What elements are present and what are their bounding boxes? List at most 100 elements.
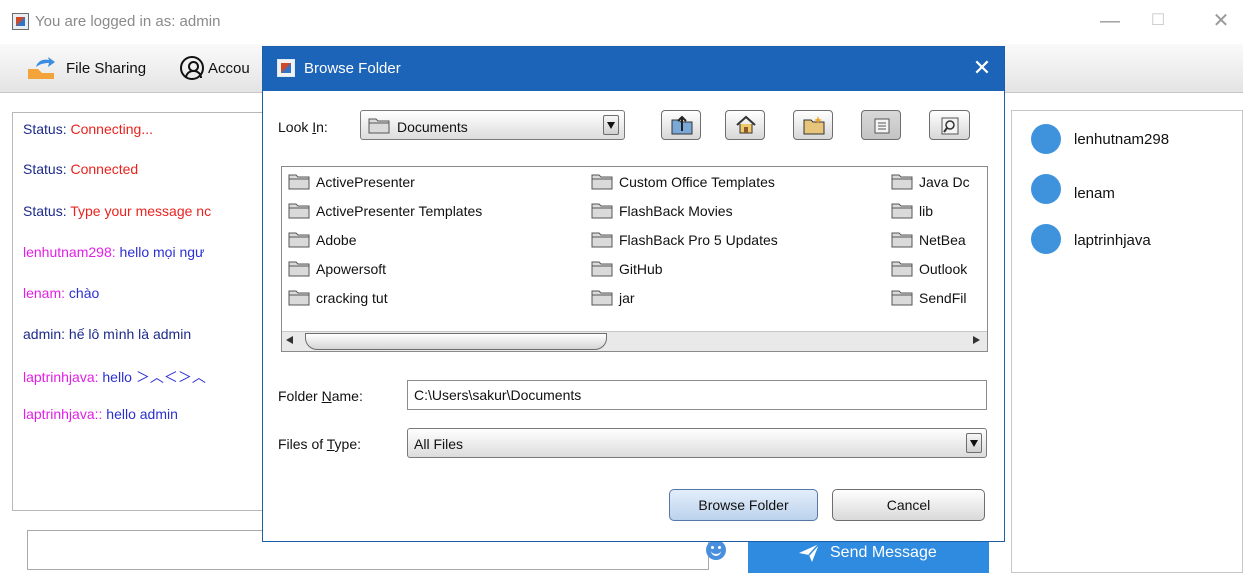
folder-icon [288,290,310,306]
folder-list-item[interactable]: SendFil [891,289,966,306]
chat-message: Status: Type your message nc [23,203,212,219]
scroll-right-arrow-icon[interactable] [973,336,980,344]
folder-icon [891,290,913,306]
folder-list-item[interactable]: ActivePresenter [288,173,415,190]
folder-icon [591,174,613,190]
chevron-down-icon[interactable] [603,115,619,135]
folder-list-item[interactable]: jar [591,289,635,306]
folder-name-text: GitHub [619,260,663,277]
folder-list[interactable] [281,166,988,352]
folder-list-item[interactable]: cracking tut [288,289,388,306]
scrollbar-thumb[interactable] [305,333,607,350]
folder-name-text: lib [919,202,934,219]
folder-name-text: FlashBack Movies [619,202,733,219]
menu-file-sharing[interactable]: File Sharing [66,60,146,77]
account-icon [180,56,204,80]
dialog-close-button[interactable]: ✕ [964,52,1000,84]
look-in-value: Documents [397,119,468,135]
dialog-title: Browse Folder [304,60,401,77]
new-folder-icon [803,116,825,135]
details-view-button[interactable] [929,110,970,140]
folder-icon [288,232,310,248]
java-app-icon [277,59,295,77]
folder-name-text: Apowersoft [316,260,387,277]
new-folder-button[interactable] [793,110,833,140]
chat-message: Status: Connecting... [23,121,153,137]
chevron-down-icon[interactable] [966,433,982,453]
chat-message: admin: hế lô mình là admin [23,326,192,342]
send-message-label: Send Message [830,544,937,561]
folder-name-text: cracking tut [316,289,388,306]
browse-folder-button[interactable]: Browse Folder [669,489,818,521]
chat-log[interactable]: Status: Connecting... Status: Connected … [12,112,264,511]
folder-list-item[interactable]: GitHub [591,260,663,277]
emoji-icon[interactable] [706,540,726,560]
menu-account[interactable]: Accou [208,60,250,77]
folder-list-item[interactable]: Java Dc [891,173,970,190]
folder-icon [288,203,310,219]
folder-list-item[interactable]: Apowersoft [288,260,386,277]
folder-icon [891,203,913,219]
user-avatar-icon [1031,174,1061,204]
folder-icon [891,261,913,277]
user-avatar-icon [1031,124,1061,154]
up-one-level-button[interactable] [661,110,701,140]
folder-list-item[interactable]: FlashBack Movies [591,202,733,219]
folder-name-text: ActivePresenter [316,173,415,190]
folder-icon [591,261,613,277]
list-view-button[interactable] [861,110,901,140]
folder-name-text: Adobe [316,231,357,248]
folder-name-text: Custom Office Templates [619,173,775,190]
user-list-item[interactable]: lenhutnam298 [1074,131,1169,148]
chat-message: lenam: chào [23,285,100,301]
chat-message: Status: Connected [23,161,139,177]
folder-icon [591,290,613,306]
folder-icon [891,232,913,248]
folder-icon [368,118,390,134]
cancel-button[interactable]: Cancel [832,489,985,521]
files-of-type-dropdown[interactable] [407,428,987,458]
minimize-button[interactable]: — [1088,6,1132,36]
folder-name-text: Java Dc [919,173,970,190]
folder-name-text: Outlook [919,260,968,277]
folder-name-text: ActivePresenter Templates [316,202,483,219]
folder-icon [591,232,613,248]
chat-message: lenhutnam298: hello mọi ngư [23,244,205,260]
list-view-icon [874,118,890,134]
user-avatar-icon [1031,224,1061,254]
folder-icon [891,174,913,190]
folder-up-icon [671,115,693,135]
user-list-item[interactable]: laptrinhjava [1074,232,1151,249]
home-button[interactable] [725,110,765,140]
folder-icon [288,261,310,277]
home-icon [736,115,756,134]
window-close-button[interactable]: ✕ [1199,6,1243,36]
window-title: You are logged in as: admin [35,13,221,30]
files-of-type-value: All Files [414,436,464,452]
folder-list-item[interactable]: NetBea [891,231,966,248]
look-in-label: Look In: [278,119,328,135]
folder-list-item[interactable]: lib [891,202,933,219]
folder-name-label: Folder Name: [278,388,363,404]
folder-name-text: NetBea [919,231,966,248]
folder-name-text: jar [619,289,635,306]
maximize-button[interactable]: ☐ [1136,6,1180,36]
details-view-icon [941,117,959,135]
folder-name-input[interactable]: C:\Users\sakur\Documents [407,380,987,410]
scroll-left-arrow-icon[interactable] [286,336,293,344]
folder-list-item[interactable]: Outlook [891,260,967,277]
folder-list-item[interactable]: Adobe [288,231,356,248]
folder-list-item[interactable]: FlashBack Pro 5 Updates [591,231,778,248]
folder-icon [288,174,310,190]
java-app-icon [12,13,29,30]
folder-name-text: FlashBack Pro 5 Updates [619,231,778,248]
folder-list-item[interactable]: Custom Office Templates [591,173,775,190]
files-of-type-label: Files of Type: [278,436,362,452]
send-icon [799,543,820,562]
folder-icon [591,203,613,219]
chat-message: laptrinhjava: hello ＞︿＜＞︿ [23,369,206,385]
user-list-item[interactable]: lenam [1074,185,1115,202]
chat-message: laptrinhjava:: hello admin [23,406,178,422]
folder-list-item[interactable]: ActivePresenter Templates [288,202,482,219]
folder-name-text: SendFil [919,289,967,306]
